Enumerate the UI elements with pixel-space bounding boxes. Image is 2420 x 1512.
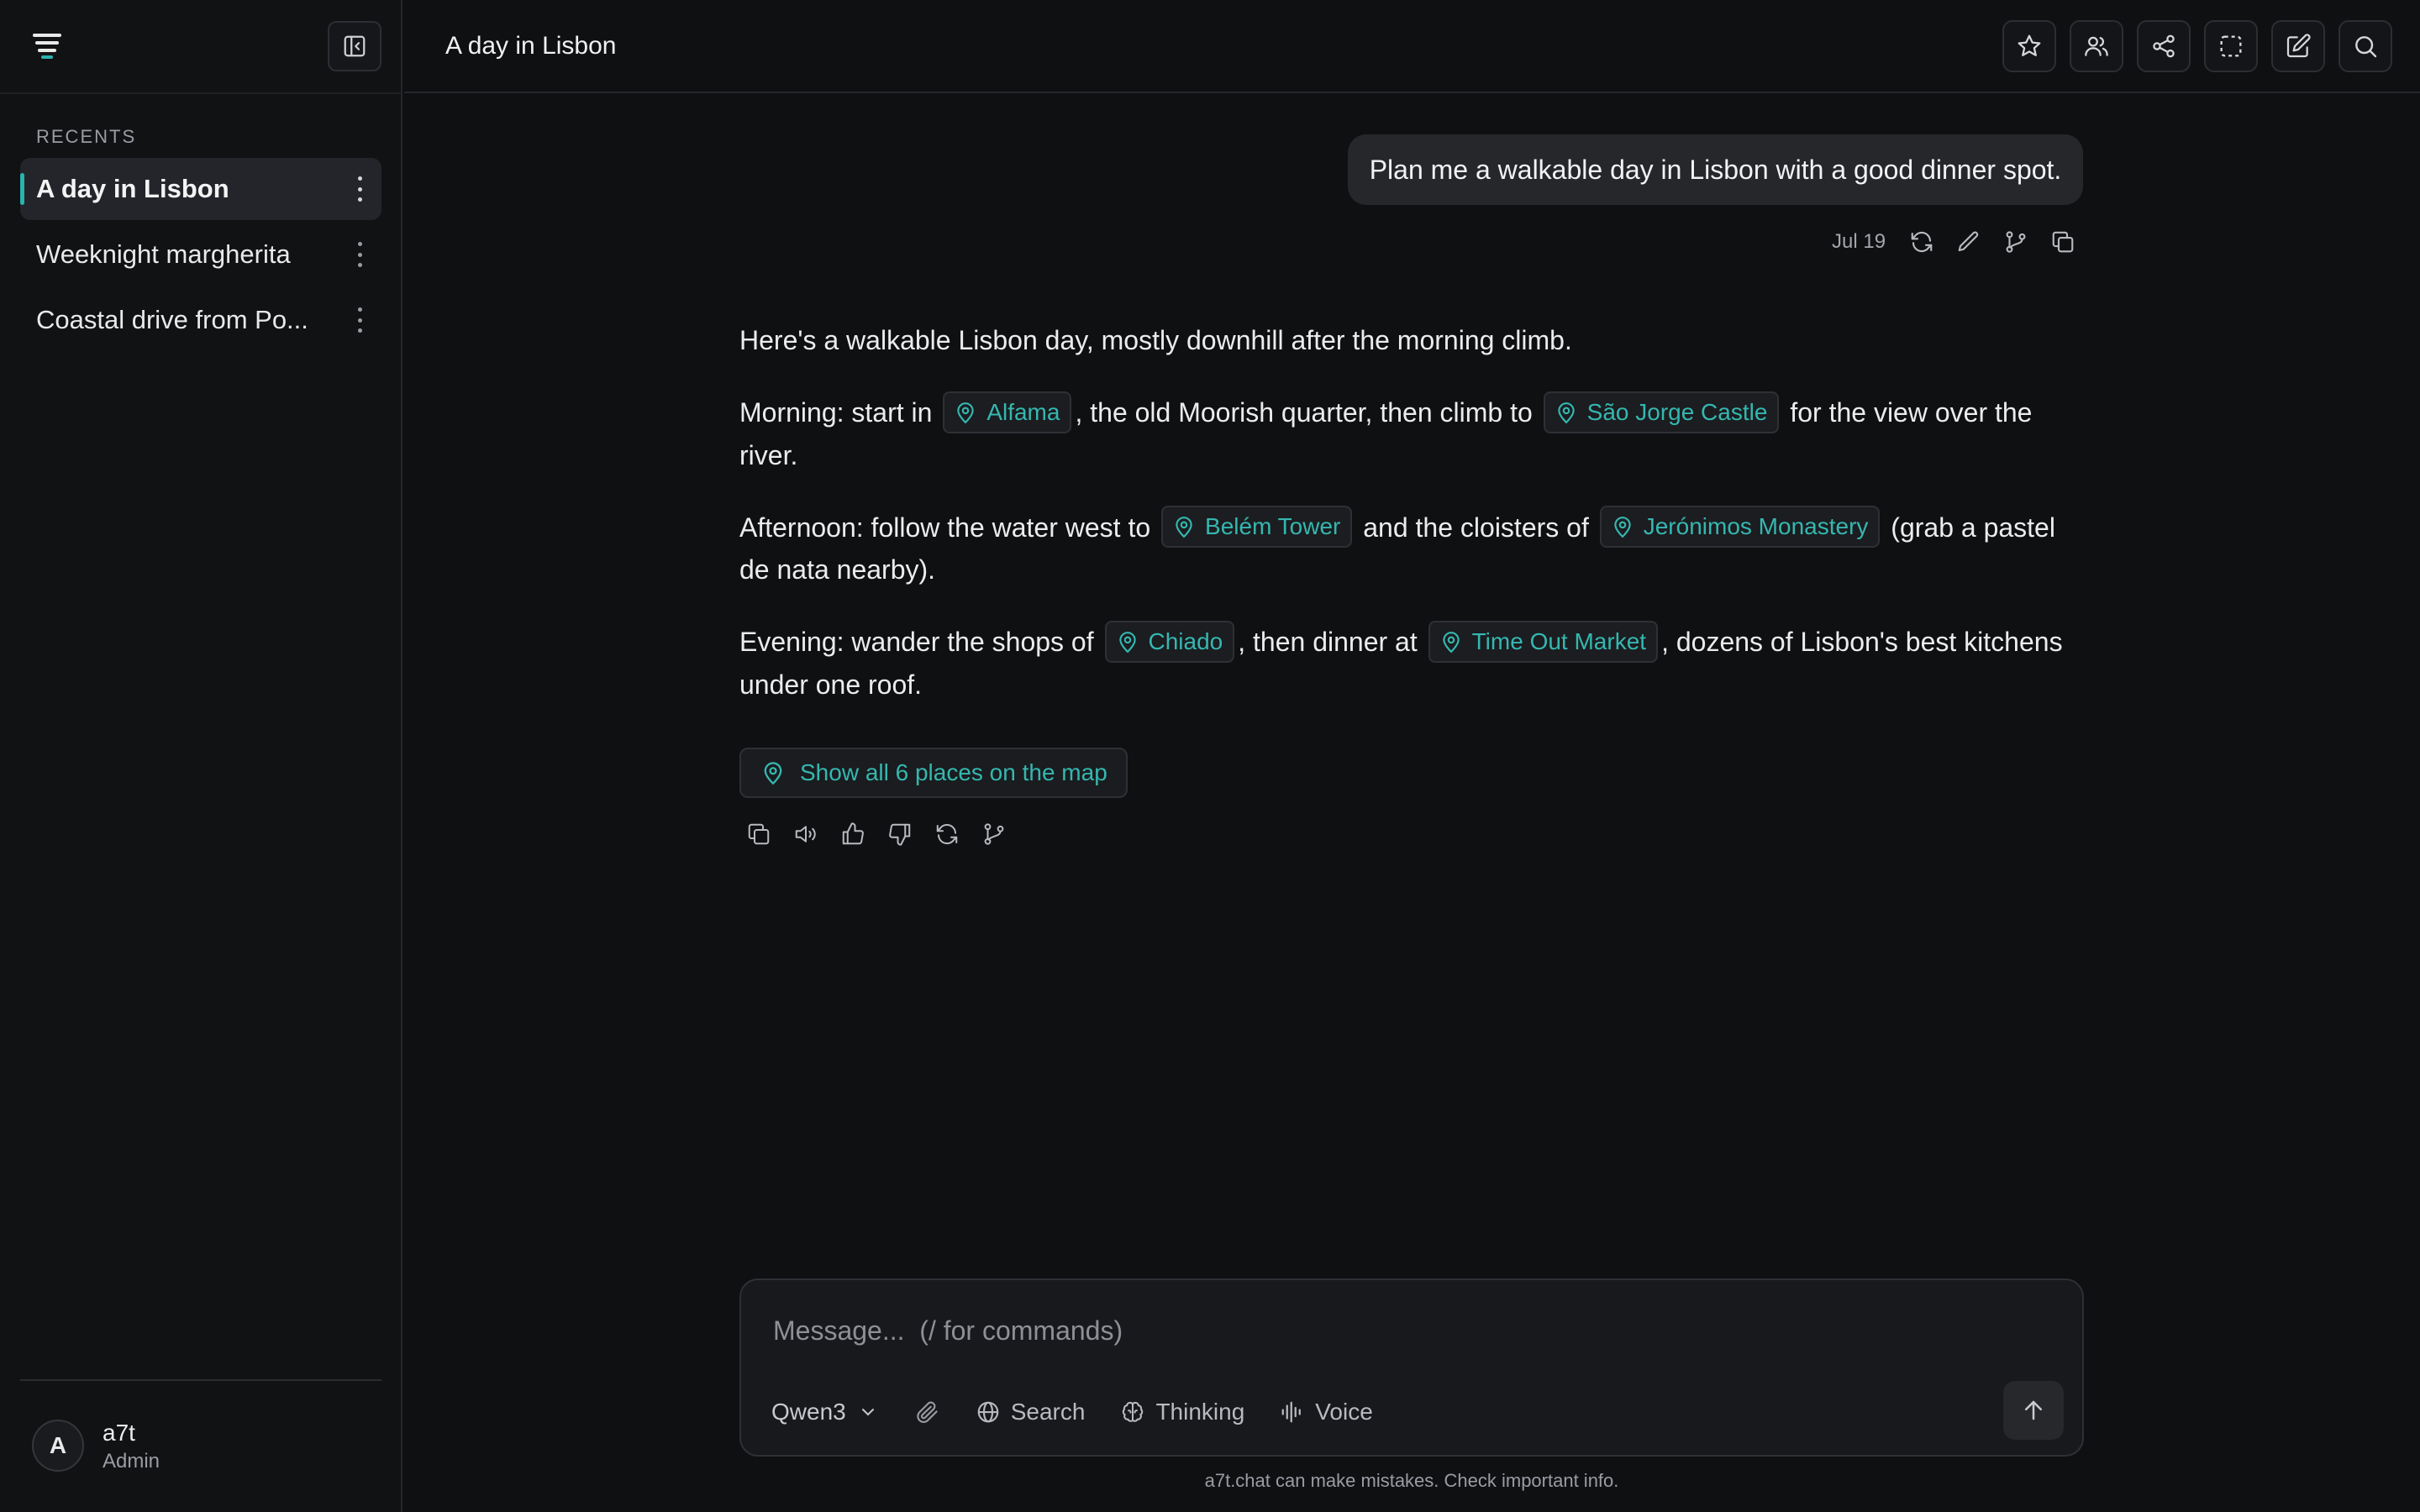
- place-chip-chiado[interactable]: Chiado: [1104, 620, 1235, 663]
- attach-button[interactable]: [915, 1399, 940, 1425]
- sidebar-item-label: A day in Lisbon: [36, 174, 229, 203]
- place-chip-time-out-market[interactable]: Time Out Market: [1428, 620, 1659, 663]
- share-icon: [2153, 34, 2175, 58]
- answer-intro: Here's a walkable Lisbon day, mostly dow…: [739, 325, 1572, 355]
- user-message-actions: Jul 19: [1832, 225, 2075, 259]
- sidebar-footer-divider: [20, 1379, 381, 1381]
- users-icon: [2085, 36, 2108, 56]
- voice-button-label: Voice: [1315, 1399, 1373, 1425]
- page-title: A day in Lisbon: [445, 32, 617, 60]
- active-indicator: [20, 173, 24, 205]
- paperclip-icon: [917, 1401, 938, 1423]
- map-pin-icon: [1442, 631, 1460, 653]
- thumbs-up-icon[interactable]: [840, 822, 865, 847]
- sidebar-collapse-icon: [344, 35, 366, 57]
- search-button[interactable]: [2338, 20, 2392, 72]
- place-chip-jeronimos-monastery[interactable]: Jerónimos Monastery: [1599, 506, 1881, 549]
- model-selector[interactable]: Qwen3: [771, 1399, 878, 1425]
- sidebar-divider: [0, 92, 402, 94]
- show-all-places-button[interactable]: Show all 6 places on the map: [739, 748, 1128, 798]
- map-pin-icon: [1118, 631, 1136, 653]
- user-name[interactable]: a7t: [103, 1420, 135, 1446]
- dashed-select-icon: [2220, 35, 2242, 57]
- arrow-up-icon: [2025, 1400, 2042, 1420]
- favorite-button[interactable]: [2002, 20, 2056, 72]
- search-toggle-label: Search: [1010, 1399, 1086, 1425]
- map-pin-icon: [957, 402, 975, 423]
- thinking-toggle[interactable]: Thinking: [1120, 1399, 1244, 1425]
- globe-icon: [977, 1401, 999, 1423]
- user-message-bubble: Plan me a walkable day in Lisbon with a …: [1348, 134, 2083, 205]
- sidebar-item-coastal-drive[interactable]: Coastal drive from Po...: [20, 289, 381, 351]
- place-chip-sao-jorge-castle[interactable]: São Jorge Castle: [1543, 391, 1780, 433]
- search-icon: [2355, 36, 2377, 58]
- more-options-icon[interactable]: [356, 176, 363, 202]
- select-area-button[interactable]: [2204, 20, 2258, 72]
- disclaimer-text: a7t.chat can make mistakes. Check import…: [1204, 1470, 1619, 1491]
- participants-button[interactable]: [2070, 20, 2123, 72]
- read-aloud-icon[interactable]: [793, 822, 818, 847]
- copy-icon[interactable]: [746, 822, 771, 847]
- send-button[interactable]: [2003, 1381, 2064, 1440]
- search-toggle[interactable]: Search: [976, 1399, 1086, 1425]
- answer-evening: Evening: wander the shops of Chiado, the…: [739, 620, 2084, 704]
- collapse-sidebar-button[interactable]: [328, 21, 381, 71]
- map-pin-icon: [764, 762, 782, 785]
- map-pin-icon: [1557, 402, 1575, 423]
- map-pin-icon: [1614, 517, 1631, 538]
- place-chip-alfama[interactable]: Alfama: [943, 391, 1072, 433]
- avatar[interactable]: A: [32, 1420, 84, 1472]
- brain-icon: [1123, 1401, 1144, 1422]
- branch-icon[interactable]: [981, 822, 1007, 847]
- assistant-message-actions: [746, 822, 1007, 847]
- sidebar-item-label: Weeknight margherita: [36, 239, 291, 269]
- voice-button[interactable]: Voice: [1280, 1399, 1373, 1425]
- branch-icon[interactable]: [2003, 229, 2028, 255]
- model-name: Qwen3: [771, 1399, 846, 1425]
- logo-icon[interactable]: [32, 32, 62, 59]
- message-date: Jul 19: [1832, 230, 1886, 253]
- edit-message-icon[interactable]: [1956, 229, 1981, 255]
- regenerate-icon[interactable]: [1909, 229, 1934, 255]
- edit-icon: [2286, 34, 2311, 58]
- sidebar: RECENTS A day in Lisbon Weeknight marghe…: [0, 0, 402, 1512]
- message-input[interactable]: [773, 1305, 2033, 1356]
- assistant-message: Here's a walkable Lisbon day, mostly dow…: [739, 321, 2084, 738]
- regenerate-icon[interactable]: [934, 822, 960, 847]
- sidebar-item-label: Coastal drive from Po...: [36, 305, 308, 334]
- user-role: Admin: [103, 1450, 160, 1473]
- answer-morning: Morning: start in Alfama, the old Mooris…: [739, 391, 2084, 475]
- copy-icon[interactable]: [2050, 229, 2075, 255]
- audio-waveform-icon: [1281, 1401, 1302, 1423]
- more-options-icon[interactable]: [356, 242, 363, 267]
- chevron-down-icon: [861, 1409, 874, 1416]
- top-bar: A day in Lisbon: [404, 0, 2420, 93]
- place-chip-belem-tower[interactable]: Belém Tower: [1161, 506, 1353, 549]
- show-all-places-label: Show all 6 places on the map: [800, 759, 1107, 785]
- thumbs-down-icon[interactable]: [887, 822, 913, 847]
- answer-afternoon: Afternoon: follow the water west to Belé…: [739, 506, 2084, 590]
- more-options-icon[interactable]: [356, 307, 363, 333]
- composer-toolbar: Qwen3 Search Thinking Voice: [771, 1393, 1408, 1431]
- message-composer: Qwen3 Search Thinking Voice: [739, 1278, 2084, 1457]
- recents-heading: RECENTS: [36, 126, 137, 147]
- thinking-toggle-label: Thinking: [1155, 1399, 1245, 1425]
- share-button[interactable]: [2137, 20, 2191, 72]
- sidebar-item-weeknight-margherita[interactable]: Weeknight margherita: [20, 223, 381, 286]
- sidebar-item-a-day-in-lisbon[interactable]: A day in Lisbon: [20, 158, 381, 220]
- map-pin-icon: [1176, 517, 1192, 538]
- new-chat-button[interactable]: [2271, 20, 2325, 72]
- star-icon: [2018, 34, 2041, 56]
